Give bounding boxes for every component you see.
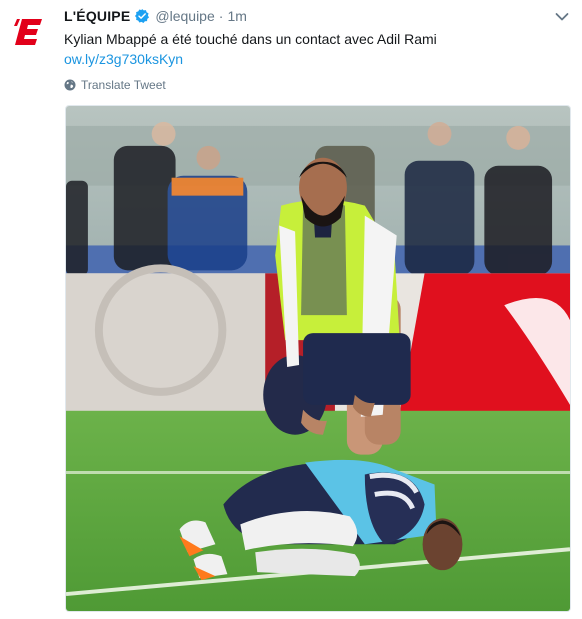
translate-tweet-button[interactable]: Translate Tweet: [64, 78, 166, 92]
translate-label: Translate Tweet: [81, 78, 166, 92]
display-name[interactable]: L'ÉQUIPE: [64, 8, 130, 24]
lequipe-logo-icon[interactable]: [6, 10, 50, 54]
chevron-down-icon[interactable]: [555, 12, 569, 22]
tweet[interactable]: L'ÉQUIPE @lequipe · 1m Kylian Mbappé a é…: [0, 0, 582, 619]
separator-dot: ·: [218, 8, 224, 24]
globe-icon: [64, 79, 76, 91]
verified-badge-icon: [134, 8, 150, 24]
timestamp[interactable]: 1m: [227, 8, 246, 24]
football-training-photo[interactable]: [65, 105, 571, 612]
tweet-header: L'ÉQUIPE @lequipe · 1m: [64, 8, 247, 24]
tweet-link[interactable]: ow.ly/z3g730ksKyn: [64, 49, 183, 69]
handle[interactable]: @lequipe: [155, 8, 214, 24]
tweet-text: Kylian Mbappé a été touché dans un conta…: [64, 31, 437, 47]
